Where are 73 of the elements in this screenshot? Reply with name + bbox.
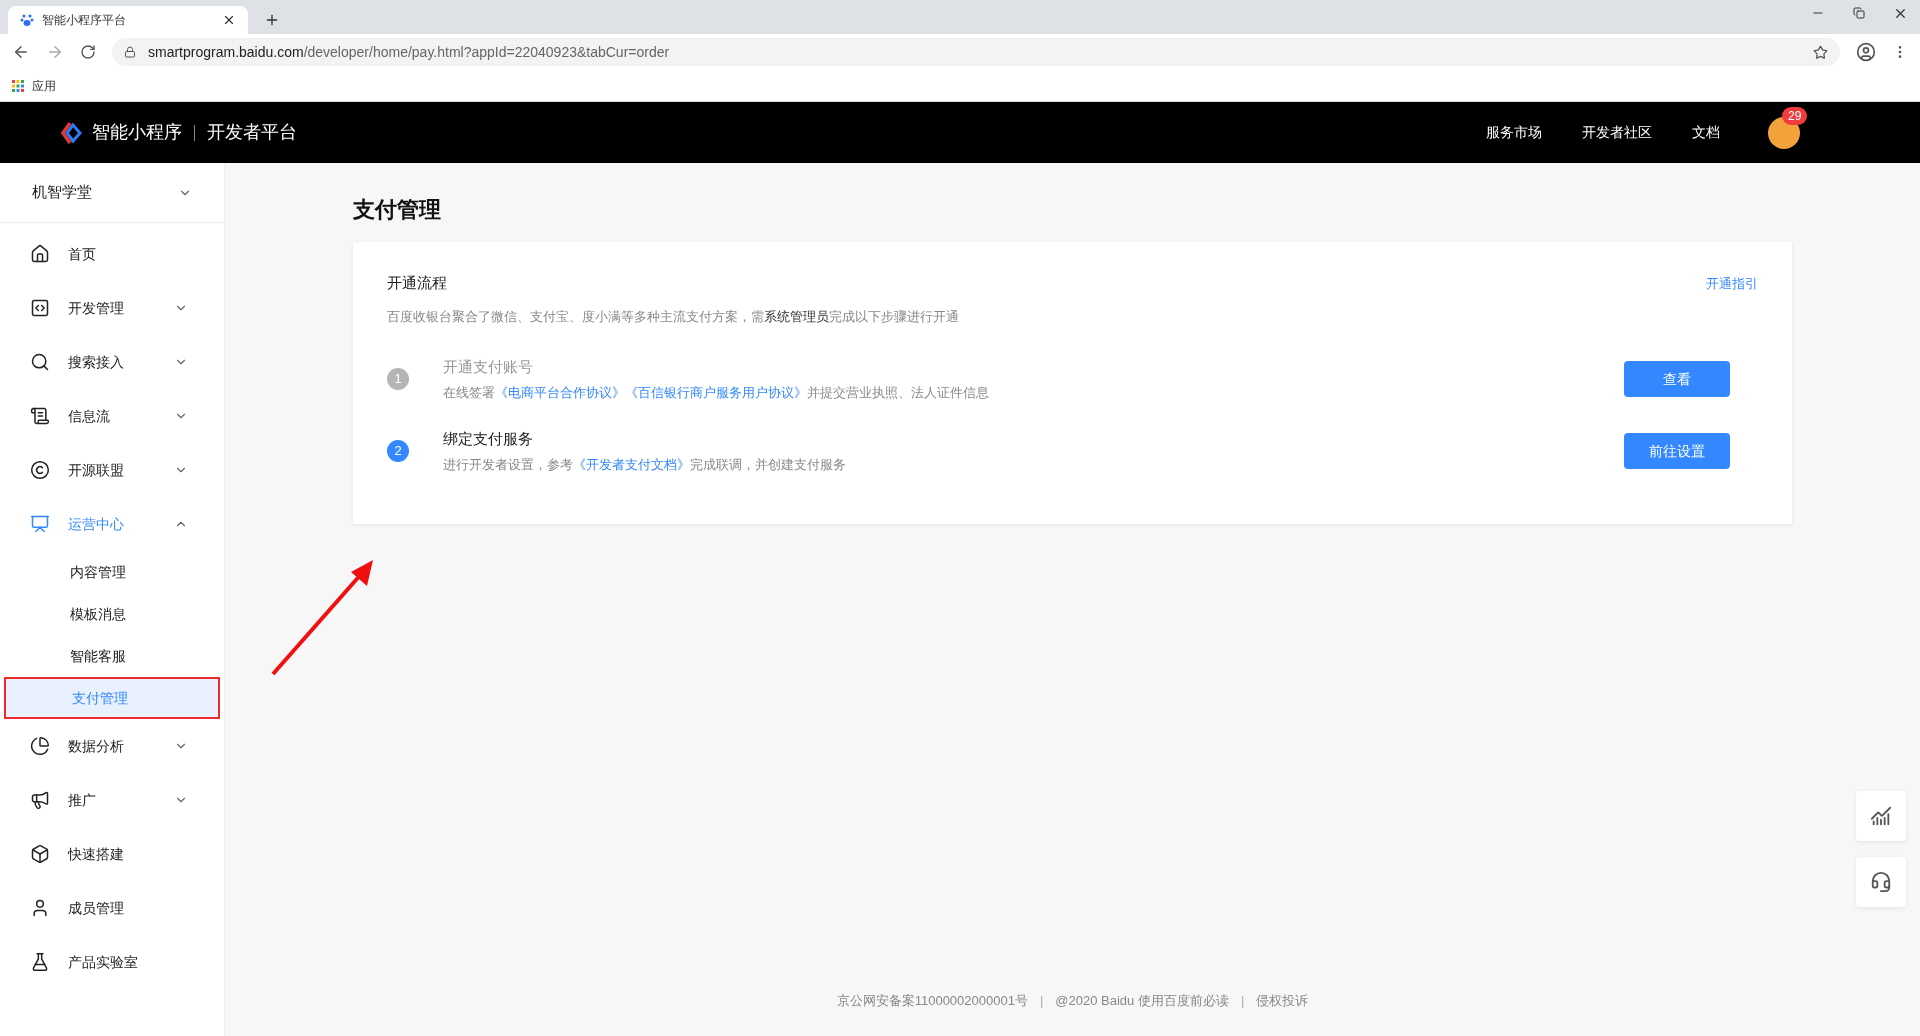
new-tab-icon[interactable] <box>264 12 280 28</box>
chart-monitor-icon <box>30 514 50 534</box>
megaphone-icon <box>30 790 50 810</box>
footer-separator: | <box>1039 991 1044 1010</box>
agreement-link[interactable]: 《百信银行商户服务用户协议》 <box>625 382 807 402</box>
home-icon <box>30 244 50 264</box>
sidebar-item[interactable]: 运营中心 <box>0 497 224 551</box>
c-circle-icon <box>30 460 50 480</box>
sidebar-item[interactable]: 快速搭建 <box>0 827 224 881</box>
footer-separator: | <box>1240 991 1245 1010</box>
logo-icon <box>60 120 84 145</box>
logo-text: 智能小程序 <box>92 121 182 144</box>
analytics-button[interactable] <box>1856 791 1906 841</box>
url-text: smartprogram.baidu.com/developer/home/pay.html?appId=22040923&tabCur=order <box>148 42 671 62</box>
restore-icon[interactable] <box>1853 7 1865 19</box>
apps-bookmark[interactable]: 应用 <box>12 76 56 95</box>
agreement-link[interactable]: 《电商平台合作协议》 <box>495 382 625 402</box>
chart-icon <box>1870 805 1892 827</box>
account-selector[interactable]: 机智学堂 <box>0 163 224 223</box>
code-icon <box>30 298 50 318</box>
close-icon[interactable] <box>1893 6 1908 21</box>
reload-icon[interactable] <box>80 44 96 60</box>
cube-icon <box>30 844 50 864</box>
headset-icon <box>1870 871 1892 893</box>
profile-icon[interactable] <box>1856 42 1876 62</box>
step-title: 开通支付账号 <box>443 357 534 377</box>
platform-name: 开发者平台 <box>207 121 297 144</box>
sidebar-item[interactable]: 数据分析 <box>0 719 224 773</box>
sidebar-item[interactable]: 成员管理 <box>0 881 224 935</box>
support-button[interactable] <box>1856 857 1906 907</box>
user-icon <box>30 898 50 918</box>
footer-text: 京公网安备案11000002000001号 <box>836 991 1028 1010</box>
guide-link[interactable]: 开通指引 <box>1706 273 1758 293</box>
lock-icon <box>124 46 136 58</box>
tab-title: 智能小程序平台 <box>42 12 127 29</box>
browser-tab[interactable]: 智能小程序平台 <box>8 6 248 34</box>
pie-chart-icon <box>30 736 50 756</box>
sidebar-item[interactable]: 开发管理 <box>0 281 224 335</box>
list-icon <box>30 406 50 426</box>
nav-link[interactable]: 服务市场 <box>1486 122 1542 143</box>
submenu-item[interactable]: 内容管理 <box>4 551 220 593</box>
sidebar-item[interactable]: 搜索接入 <box>0 335 224 389</box>
sidebar-item[interactable]: 推广 <box>0 773 224 827</box>
step-title: 绑定支付服务 <box>443 429 534 449</box>
page-title: 支付管理 <box>353 196 442 224</box>
search-icon <box>30 352 50 372</box>
step-description: 并提交营业执照、法人证件信息 <box>807 383 989 402</box>
bookmark-star-icon[interactable] <box>1813 44 1828 60</box>
step-description: 在线签署 <box>443 383 495 402</box>
footer-text: 侵权投诉 <box>1256 991 1309 1010</box>
apps-grid-icon <box>12 79 24 92</box>
step-number: 1 <box>387 368 409 390</box>
card-title: 开通流程 <box>387 273 448 293</box>
close-icon[interactable] <box>222 13 236 27</box>
notification-badge: 29 <box>1782 106 1808 125</box>
nav-link[interactable]: 开发者社区 <box>1582 122 1652 143</box>
nav-link[interactable]: 文档 <box>1692 122 1720 143</box>
sidebar-item[interactable]: 产品实验室 <box>0 935 224 989</box>
paw-icon <box>20 13 34 27</box>
flask-icon <box>30 952 50 972</box>
back-icon[interactable] <box>12 43 30 61</box>
agreement-link[interactable]: 《开发者支付文档》 <box>573 454 690 474</box>
address-bar[interactable]: smartprogram.baidu.com/developer/home/pay.html?appId=22040923&tabCur=order <box>112 38 1840 66</box>
sidebar-item[interactable]: 首页 <box>0 227 224 281</box>
submenu-item[interactable]: 模板消息 <box>4 593 220 635</box>
card-description: 百度收银台聚合了微信、支付宝、度小满等多种主流支付方案，需系统管理员完成以下步骤进行开通 <box>387 307 960 326</box>
submenu-item[interactable]: 智能客服 <box>4 635 220 677</box>
step-number: 2 <box>387 440 409 462</box>
sidebar-item[interactable]: 信息流 <box>0 389 224 443</box>
step-description: 完成联调，并创建支付服务 <box>690 455 846 474</box>
footer-text: @2020 Baidu 使用百度前必读 <box>1055 991 1229 1010</box>
sidebar-item[interactable]: 开源联盟 <box>0 443 224 497</box>
step-description: 进行开发者设置，参考 <box>443 455 573 474</box>
